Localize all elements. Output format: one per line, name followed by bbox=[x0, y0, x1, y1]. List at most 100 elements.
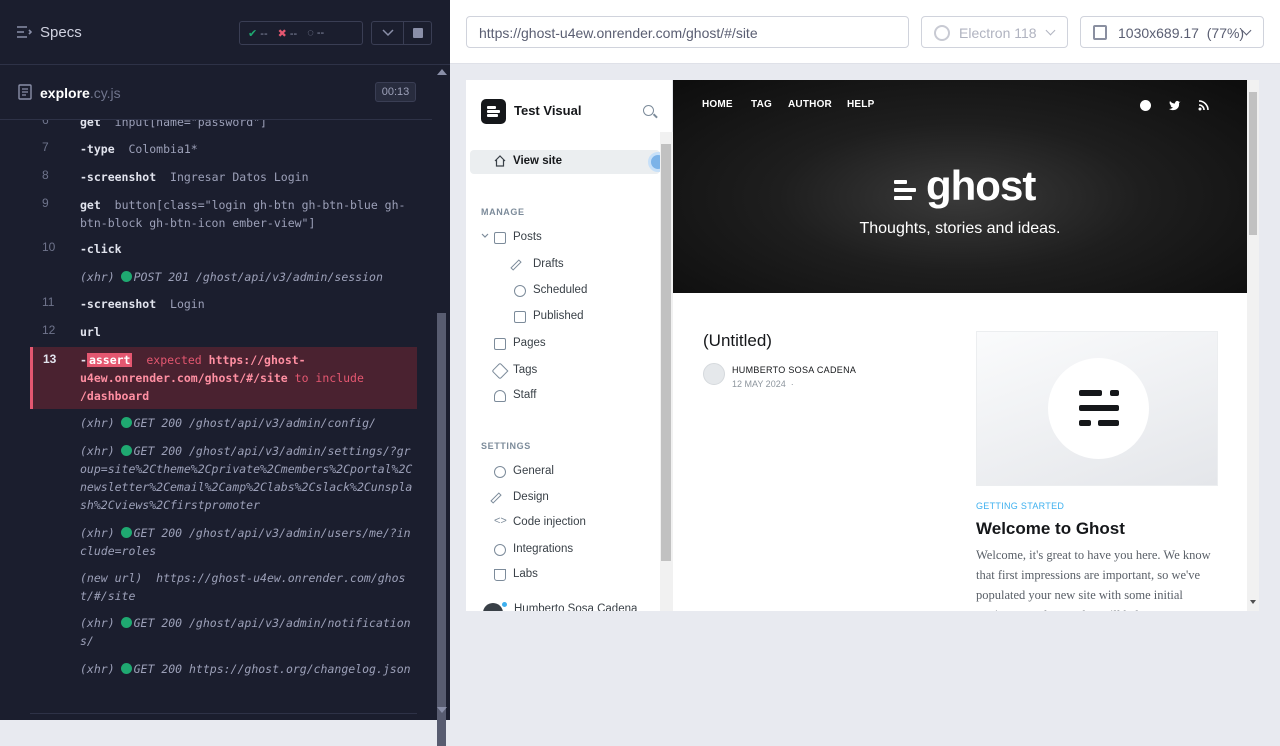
nav-posts[interactable]: Posts bbox=[494, 231, 542, 244]
status-dot-icon bbox=[120, 271, 132, 282]
status-dot-icon bbox=[120, 617, 132, 628]
site-nav-author[interactable]: AUTHOR bbox=[788, 99, 832, 110]
status-dot-icon bbox=[120, 445, 132, 456]
line-number: 7 bbox=[42, 140, 49, 154]
runner-toolbar: https://ghost-u4ew.onrender.com/ghost/#/… bbox=[450, 0, 1280, 64]
nav-code-injection[interactable]: <> Code injection bbox=[494, 515, 586, 528]
site-description: Thoughts, stories and ideas. bbox=[859, 220, 1061, 237]
sidebar-scrollbar[interactable] bbox=[660, 132, 673, 611]
app-under-test-frame: Test Visual View site MANAGE Posts Draft… bbox=[466, 80, 1259, 611]
tag-icon bbox=[491, 362, 509, 380]
post-card-title[interactable]: Welcome to Ghost bbox=[976, 519, 1125, 539]
nav-pages[interactable]: Pages bbox=[494, 337, 546, 350]
pencil-icon bbox=[510, 259, 522, 271]
home-icon bbox=[494, 155, 506, 167]
reporter-scrollbar[interactable] bbox=[432, 65, 450, 746]
viewport-size: 1030x689.17 bbox=[1118, 25, 1199, 41]
post-author[interactable]: HUMBERTO SOSA CADENA bbox=[732, 365, 856, 375]
nav-published[interactable]: Published bbox=[514, 310, 584, 323]
rss-icon[interactable] bbox=[1198, 100, 1209, 111]
flask-icon bbox=[494, 569, 506, 581]
scroll-down-arrow-icon[interactable] bbox=[1250, 600, 1256, 604]
scroll-up-arrow-icon[interactable] bbox=[437, 69, 447, 75]
nav-design[interactable]: Design bbox=[490, 491, 549, 504]
scrollbar-thumb[interactable] bbox=[437, 313, 446, 746]
status-dot-icon bbox=[120, 527, 132, 538]
nav-integrations[interactable]: Integrations bbox=[494, 543, 573, 556]
nav-drafts[interactable]: Drafts bbox=[510, 258, 564, 271]
gear-icon bbox=[494, 466, 506, 478]
scrollbar-thumb[interactable] bbox=[1249, 92, 1257, 235]
line-number: 12 bbox=[42, 323, 56, 337]
chevron-down-icon[interactable] bbox=[481, 233, 489, 239]
pending-stat: ◌ -- bbox=[307, 27, 325, 39]
manage-section-label: MANAGE bbox=[481, 207, 525, 217]
scrollbar-thumb[interactable] bbox=[661, 144, 671, 561]
settings-section-label: SETTINGS bbox=[481, 441, 531, 451]
site-nav-help[interactable]: HELP bbox=[847, 99, 874, 110]
pages-icon bbox=[494, 338, 506, 350]
failed-assert-row[interactable]: 13 - assert expected https://ghost-u4ew.o… bbox=[30, 347, 417, 409]
search-icon[interactable] bbox=[643, 105, 654, 116]
aut-scrollbar[interactable] bbox=[1247, 80, 1259, 611]
integrations-icon bbox=[494, 544, 506, 556]
chevron-down-icon bbox=[381, 29, 394, 37]
stop-button[interactable] bbox=[404, 21, 432, 45]
line-number: 13 bbox=[43, 352, 57, 366]
stop-icon bbox=[412, 28, 423, 38]
ghost-mark-icon bbox=[894, 180, 916, 202]
line-number: 6 bbox=[42, 120, 49, 127]
user-avatar[interactable] bbox=[483, 603, 503, 611]
scroll-down-arrow-icon[interactable] bbox=[437, 707, 447, 713]
nav-staff[interactable]: Staff bbox=[494, 389, 536, 402]
divider bbox=[30, 713, 417, 714]
viewport-icon bbox=[1093, 25, 1107, 40]
nav-general[interactable]: General bbox=[494, 465, 554, 478]
clock-icon bbox=[514, 285, 526, 297]
viewport-info[interactable]: 1030x689.17 (77%) bbox=[1080, 16, 1264, 48]
site-title[interactable]: Test Visual bbox=[514, 103, 581, 118]
twitter-icon[interactable] bbox=[1168, 100, 1181, 111]
cypress-reporter: Specs ✔ -- ✖ -- ◌ -- explore.cy.js 00:13… bbox=[0, 0, 450, 746]
code-icon: <> bbox=[494, 515, 507, 527]
post-card-tag[interactable]: GETTING STARTED bbox=[976, 501, 1064, 511]
post-card-image[interactable] bbox=[976, 331, 1218, 486]
passed-stat: ✔ -- bbox=[248, 27, 268, 40]
nav-labs[interactable]: Labs bbox=[494, 568, 538, 581]
post-card-excerpt[interactable]: Welcome, it's great to have you here. We… bbox=[976, 545, 1216, 611]
spec-duration: 00:13 bbox=[375, 82, 416, 102]
runner-panel: https://ghost-u4ew.onrender.com/ghost/#/… bbox=[450, 0, 1280, 720]
reporter-header: Specs ✔ -- ✖ -- ◌ -- bbox=[0, 0, 450, 65]
status-dot-icon bbox=[120, 417, 132, 428]
site-nav-home[interactable]: HOME bbox=[702, 99, 733, 110]
test-stats: ✔ -- ✖ -- ◌ -- bbox=[239, 21, 363, 45]
ghost-admin-sidebar: Test Visual View site MANAGE Posts Draft… bbox=[466, 80, 673, 611]
nav-tags[interactable]: Tags bbox=[491, 362, 537, 380]
spec-file-name[interactable]: explore.cy.js bbox=[40, 85, 121, 101]
command-log: 6 get input[name="password"] 7 -type Col… bbox=[30, 120, 417, 700]
line-number: 11 bbox=[42, 295, 55, 309]
site-header: HOME TAG AUTHOR HELP ghost Thoughts, sto… bbox=[673, 80, 1247, 293]
user-name[interactable]: Humberto Sosa Cadena bbox=[514, 603, 637, 611]
specs-label[interactable]: Specs bbox=[40, 24, 82, 41]
status-dot-icon bbox=[120, 663, 132, 674]
site-nav-tag[interactable]: TAG bbox=[751, 99, 772, 110]
document-icon bbox=[18, 84, 32, 100]
post-title[interactable]: (Untitled) bbox=[703, 331, 772, 351]
nav-scheduled[interactable]: Scheduled bbox=[514, 284, 587, 297]
site-logo[interactable]: ghost bbox=[926, 162, 1036, 210]
nav-view-site-label: View site bbox=[513, 155, 563, 167]
aut-url-field[interactable]: https://ghost-u4ew.onrender.com/ghost/#/… bbox=[466, 16, 909, 48]
posts-icon bbox=[494, 232, 506, 244]
ghost-logo-icon[interactable] bbox=[481, 99, 506, 124]
post-date: 12 MAY 2024 · bbox=[732, 379, 794, 389]
author-avatar-icon[interactable] bbox=[703, 363, 725, 385]
facebook-icon[interactable] bbox=[1140, 100, 1151, 111]
browser-select[interactable]: Electron 118 bbox=[921, 16, 1068, 48]
toggle-auto-scroll-button[interactable] bbox=[371, 21, 404, 45]
check-icon: ✔ bbox=[248, 27, 258, 40]
specs-list-icon[interactable] bbox=[16, 24, 32, 40]
chevron-down-icon bbox=[1045, 25, 1056, 36]
brush-icon bbox=[490, 492, 502, 504]
spec-file-header: explore.cy.js 00:13 bbox=[0, 65, 432, 120]
